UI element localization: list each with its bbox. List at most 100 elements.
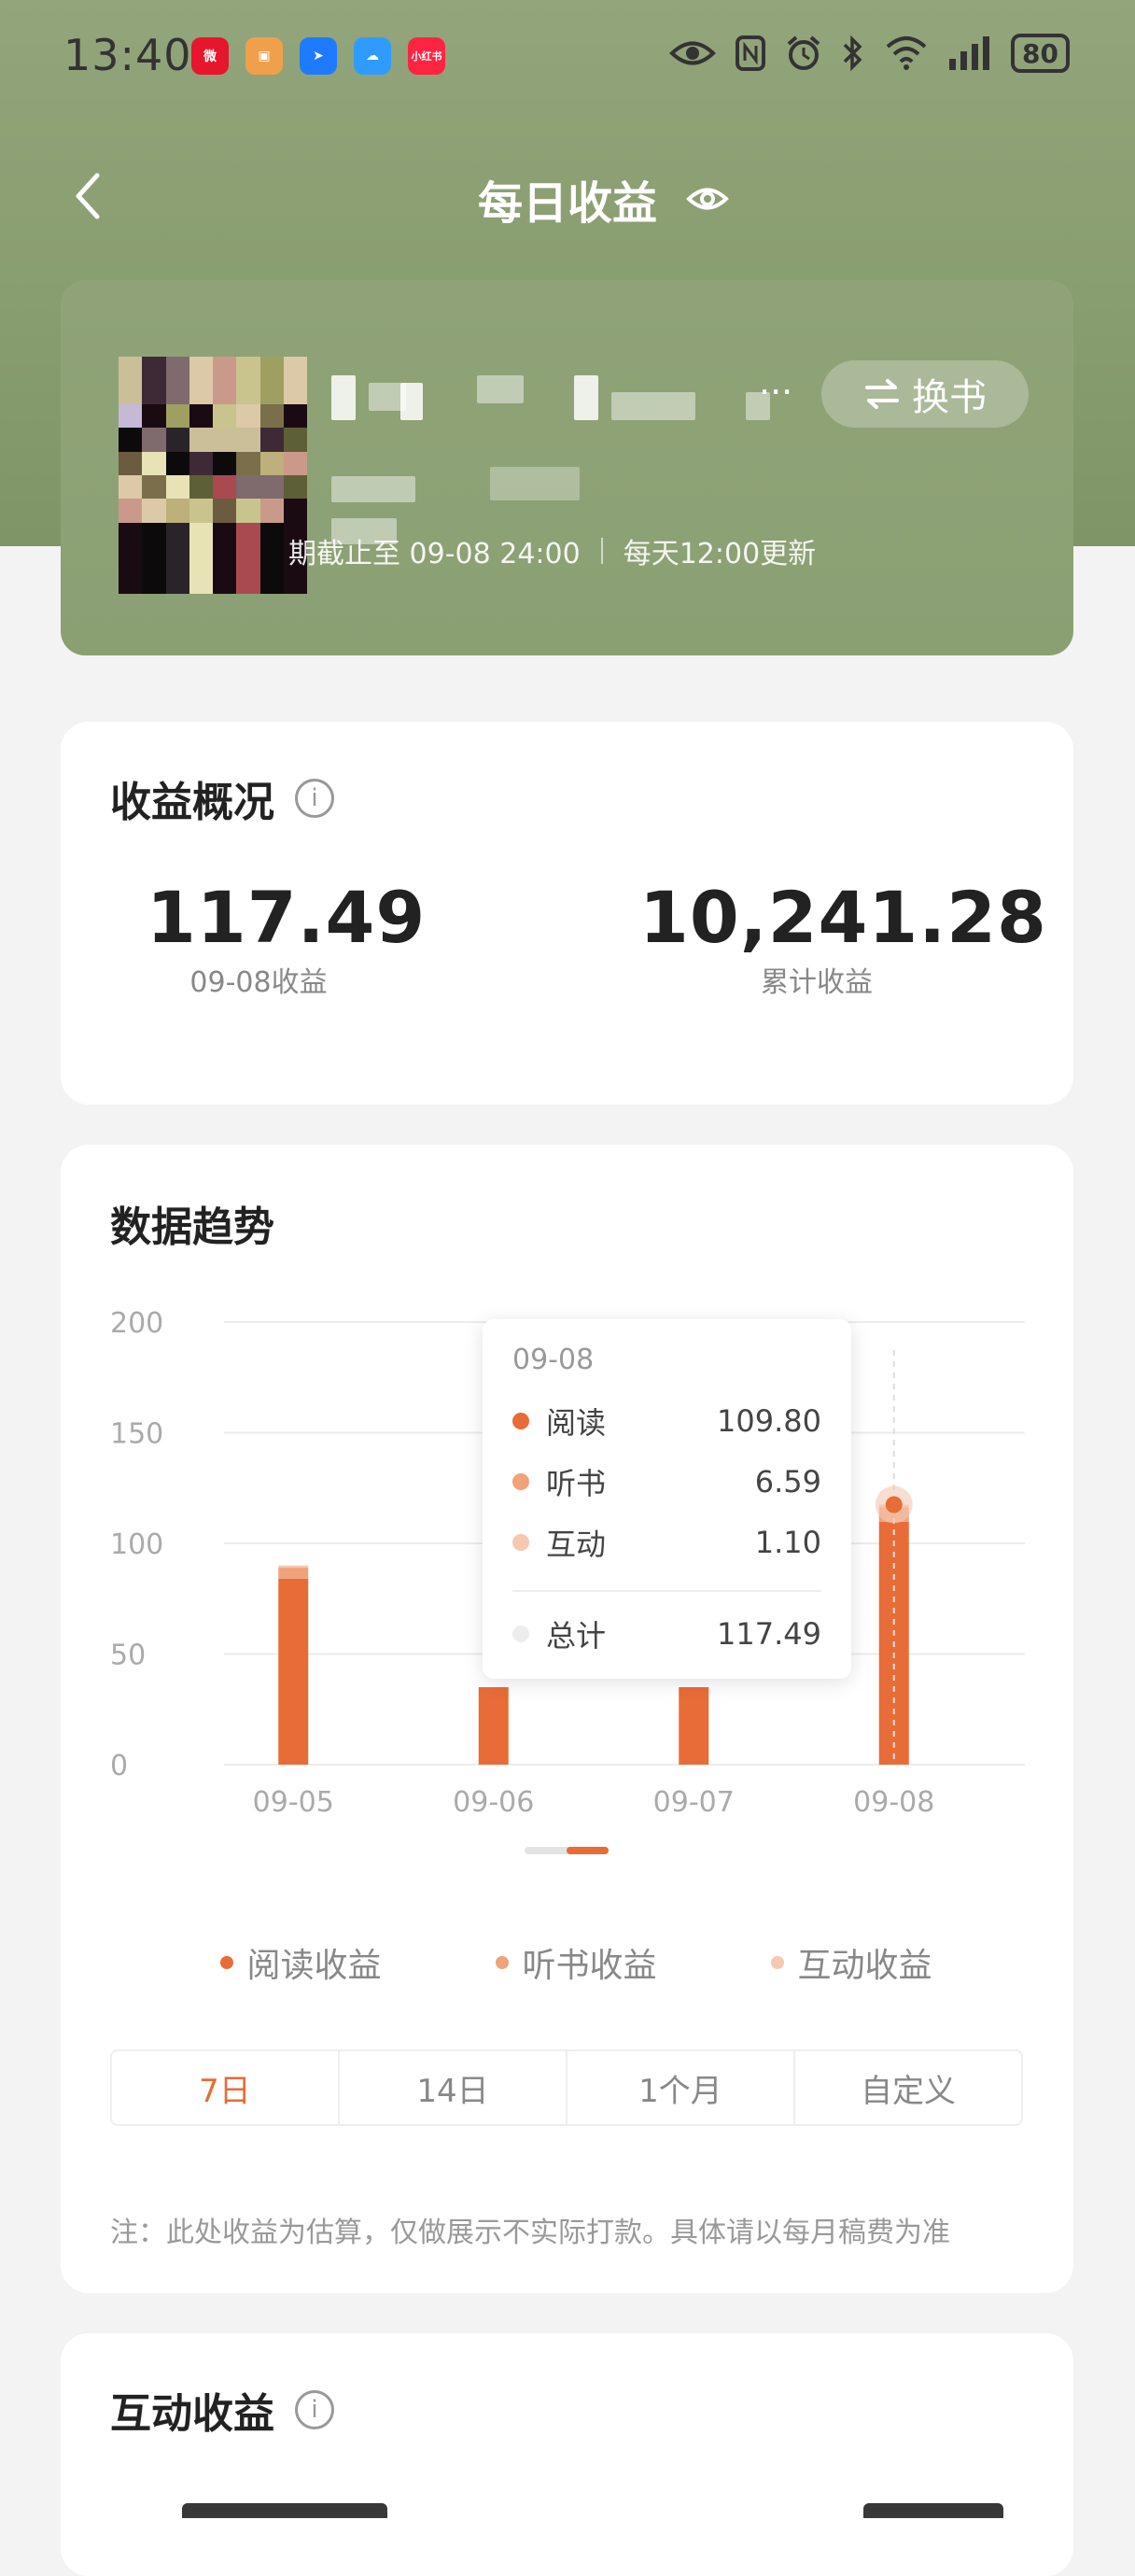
cover-pixel — [283, 357, 307, 381]
y-tick-label: 50 — [110, 1640, 146, 1672]
cover-pixel — [283, 428, 307, 452]
cover-pixel — [142, 403, 166, 429]
cover-pixel — [213, 451, 237, 475]
tooltip-label: 互动 — [546, 1527, 607, 1562]
cover-pixel — [213, 428, 237, 452]
swap-icon — [865, 379, 899, 409]
tooltip-row-total: 总计 117.49 — [512, 1612, 821, 1655]
bar-segment — [679, 1687, 709, 1765]
tooltip-date: 09-08 — [512, 1344, 595, 1376]
cover-pixel — [142, 546, 166, 570]
legend-label: 互动收益 — [797, 1947, 932, 1985]
tab-custom[interactable]: 自定义 — [795, 2051, 1021, 2124]
legend-interaction[interactable]: 互动收益 — [771, 1938, 932, 1987]
eye-visibility-toggle[interactable] — [686, 177, 729, 220]
cover-pixel — [165, 499, 189, 523]
cover-pixel — [119, 357, 143, 381]
cover-pixel — [259, 499, 284, 523]
x-tick-label: 09-06 — [453, 1786, 534, 1819]
tooltip-divider — [512, 1590, 821, 1592]
interaction-title-text: 互动收益 — [110, 2390, 274, 2438]
status-bar: 13:40 微 ▣ ➤ ☁ 小红书 80 — [0, 0, 1135, 112]
cover-pixel — [236, 357, 260, 381]
status-time: 13:40 — [63, 30, 192, 80]
cover-pixel — [165, 403, 189, 429]
cover-pixel — [165, 474, 189, 500]
info-icon[interactable]: i — [295, 779, 334, 818]
total-earnings-label: 累计收益 — [761, 966, 873, 999]
nfc-icon — [736, 35, 766, 71]
cover-pixel — [283, 474, 307, 500]
cover-pixel — [142, 522, 166, 547]
xiaohongshu-icon: 小红书 — [408, 37, 445, 75]
total-earnings-value: 10,241.28 — [639, 876, 1047, 959]
overview-card: 收益概况 i 117.49 09-08收益 10,241.28 累计收益 — [61, 722, 1073, 1105]
listening-dot — [512, 1473, 529, 1490]
cover-pixel — [142, 357, 166, 381]
battery-indicator: 80 — [1011, 34, 1070, 73]
legend-reading[interactable]: 阅读收益 — [220, 1938, 382, 1987]
bar-segment — [278, 1578, 309, 1765]
daily-earnings-value: 117.49 — [147, 876, 427, 959]
cover-pixel — [189, 357, 213, 381]
tab-14-days[interactable]: 14日 — [340, 2051, 568, 2124]
interaction-dot — [512, 1534, 529, 1551]
cover-pixel — [236, 403, 260, 429]
cover-pixel — [213, 380, 237, 404]
wifi-icon — [886, 36, 927, 70]
cover-pixel — [119, 499, 143, 523]
bar-segment — [478, 1687, 509, 1765]
cover-pixel — [283, 570, 307, 594]
legend-dot — [496, 1956, 510, 1969]
cover-pixel — [165, 380, 189, 404]
cover-pixel — [259, 380, 284, 404]
cover-pixel — [165, 546, 189, 570]
cover-pixel — [236, 474, 260, 500]
x-tick-label: 09-07 — [653, 1786, 735, 1819]
more-dots: ··· — [759, 372, 793, 413]
cover-pixel — [142, 380, 166, 404]
bar-segment — [278, 1568, 309, 1579]
cover-pixel — [236, 428, 260, 452]
cover-pixel — [119, 428, 143, 452]
cover-pixel — [142, 451, 166, 475]
switch-book-label: 换书 — [912, 376, 987, 419]
cover-pixel — [283, 380, 307, 404]
overview-title: 收益概况 i — [110, 768, 334, 828]
cover-pixel — [213, 474, 237, 500]
legend-listening[interactable]: 听书收益 — [496, 1938, 657, 1987]
tooltip-value: 1.10 — [754, 1525, 821, 1560]
cover-pixel — [213, 499, 237, 523]
book-title-blurred — [331, 375, 770, 420]
legend-label: 阅读收益 — [246, 1947, 382, 1985]
page-title: 每日收益 — [477, 177, 657, 230]
book-subtitle-blurred — [331, 476, 415, 502]
switch-book-button[interactable]: 换书 — [821, 360, 1029, 428]
cover-pixel — [259, 403, 284, 429]
cover-pixel — [259, 474, 284, 500]
tooltip-label: 阅读 — [546, 1405, 607, 1441]
daily-earnings-label: 09-08收益 — [189, 966, 328, 999]
cover-pixel — [165, 522, 189, 547]
daily-earnings-stat: 117.49 09-08收益 — [147, 876, 427, 1000]
x-tick-label: 09-08 — [853, 1786, 934, 1819]
y-tick-label: 0 — [110, 1750, 128, 1782]
cover-pixel — [189, 403, 213, 429]
tooltip-total-label: 总计 — [546, 1618, 607, 1654]
overview-title-text: 收益概况 — [110, 779, 274, 826]
total-dot — [512, 1626, 529, 1642]
cover-pixel — [142, 499, 166, 523]
cover-pixel — [283, 403, 307, 429]
tab-7-days[interactable]: 7日 — [112, 2051, 340, 2124]
book-card: ··· 换书 期截止至 09-08 24:00 每天12:00更新 — [61, 280, 1073, 655]
cover-pixel — [119, 474, 143, 500]
interaction-value-partial — [182, 2490, 453, 2518]
legend-dot — [220, 1956, 234, 1969]
info-icon[interactable]: i — [295, 2390, 334, 2429]
period-tabs: 7日 14日 1个月 自定义 — [110, 2049, 1023, 2126]
tooltip-total-value: 117.49 — [717, 1616, 821, 1652]
cover-pixel — [189, 570, 213, 594]
chart-tooltip: 09-08 阅读 109.80 听书 6.59 互动 1.10 总计 117.4… — [483, 1319, 851, 1679]
tooltip-value: 6.59 — [754, 1464, 821, 1499]
tab-1-month[interactable]: 1个月 — [568, 2051, 795, 2124]
